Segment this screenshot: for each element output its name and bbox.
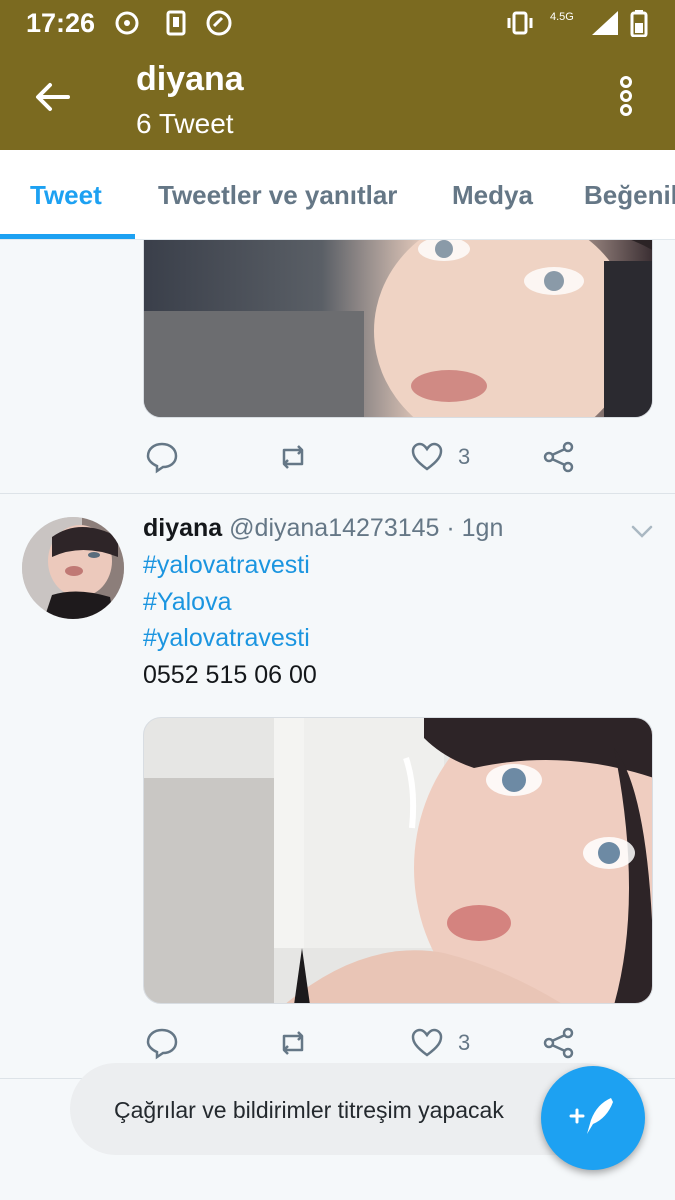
retweet-icon[interactable]: [276, 1026, 310, 1060]
reply-icon[interactable]: [145, 440, 179, 474]
status-time: 17:26: [26, 8, 96, 38]
chevron-down-icon[interactable]: [628, 518, 656, 546]
battery-icon: [630, 9, 658, 38]
like-count: 3: [458, 444, 471, 469]
sim-icon: [162, 9, 190, 37]
vibrate-icon: [505, 9, 533, 37]
tweet-text: 0552 515 06 00: [143, 661, 317, 689]
profile-name: diyana: [136, 60, 244, 98]
tweet-author-name[interactable]: diyana: [143, 514, 222, 542]
tab-likes[interactable]: Beğenil: [584, 180, 675, 211]
share-icon[interactable]: [542, 440, 576, 474]
tab-indicator: [0, 234, 135, 239]
retweet-icon[interactable]: [276, 440, 310, 474]
cast-icon: [114, 9, 142, 37]
compose-tweet-button[interactable]: [541, 1066, 645, 1170]
tweet-author-handle: @diyana14273145 · 1gn: [229, 514, 504, 542]
tab-media[interactable]: Medya: [452, 180, 533, 211]
avatar[interactable]: [22, 517, 124, 619]
tweet-actions: 3: [0, 440, 675, 480]
call-icon: [205, 9, 233, 37]
hashtag-link[interactable]: #yalovatravesti: [143, 551, 310, 580]
network-type: 4.5G: [550, 11, 574, 23]
like-icon[interactable]: [410, 1026, 444, 1060]
tweet-photo[interactable]: [143, 717, 653, 1004]
compose-feather-icon: [567, 1094, 619, 1142]
share-icon[interactable]: [542, 1026, 576, 1060]
toast-message: Çağrılar ve bildirimler titreşim yapacak: [114, 1097, 504, 1123]
tweet-photo[interactable]: [143, 240, 653, 418]
profile-tabs: Tweet Tweetler ve yanıtlar Medya Beğenil: [0, 150, 675, 240]
like-count: 3: [458, 1030, 471, 1055]
divider: [0, 493, 675, 494]
tweet-actions: 3: [0, 1026, 675, 1066]
hashtag-link[interactable]: #Yalova: [143, 588, 232, 617]
hashtag-link[interactable]: #yalovatravesti: [143, 624, 310, 653]
status-bar: 17:26 4.5G: [0, 0, 675, 46]
more-options-icon[interactable]: [604, 74, 648, 118]
signal-icon: [590, 9, 618, 37]
reply-icon[interactable]: [145, 1026, 179, 1060]
tab-tweet[interactable]: Tweet: [30, 180, 102, 211]
back-arrow-icon[interactable]: [30, 74, 76, 120]
tweet-header: diyana @diyana14273145 · 1gn: [143, 514, 503, 543]
like-icon[interactable]: [410, 440, 444, 474]
tweet-feed[interactable]: 3 diyana @diyana14273145 · 1gn #yalovatr…: [0, 240, 675, 1200]
tweet-count: 6 Tweet: [136, 108, 234, 139]
tab-tweets-and-replies[interactable]: Tweetler ve yanıtlar: [158, 180, 397, 211]
app-bar: diyana 6 Tweet: [0, 46, 675, 150]
